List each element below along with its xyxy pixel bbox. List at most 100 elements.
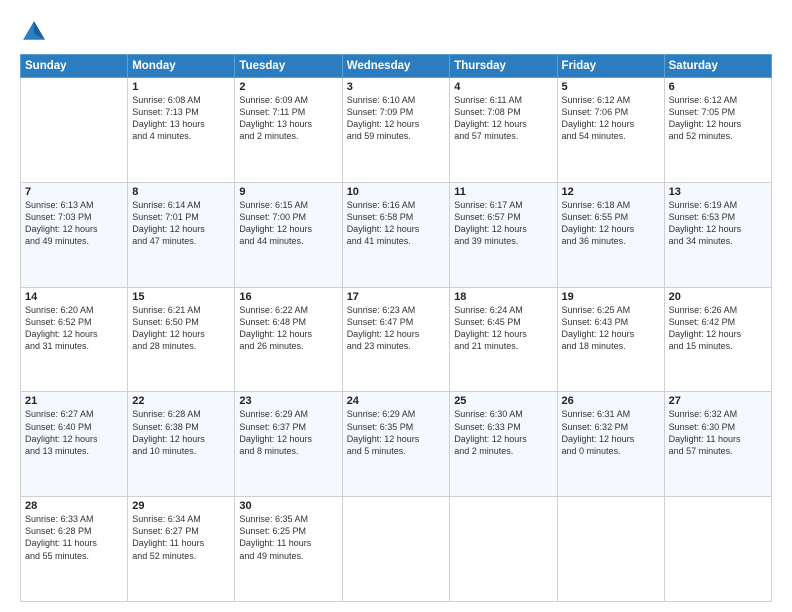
calendar-cell (557, 497, 664, 602)
day-number: 13 (669, 186, 767, 198)
day-info: Sunrise: 6:11 AM Sunset: 7:08 PM Dayligh… (454, 94, 552, 143)
week-row-1: 1Sunrise: 6:08 AM Sunset: 7:13 PM Daylig… (21, 78, 772, 183)
calendar-cell: 13Sunrise: 6:19 AM Sunset: 6:53 PM Dayli… (664, 182, 771, 287)
calendar-cell: 12Sunrise: 6:18 AM Sunset: 6:55 PM Dayli… (557, 182, 664, 287)
day-info: Sunrise: 6:23 AM Sunset: 6:47 PM Dayligh… (347, 304, 446, 353)
week-row-2: 7Sunrise: 6:13 AM Sunset: 7:03 PM Daylig… (21, 182, 772, 287)
calendar-cell: 18Sunrise: 6:24 AM Sunset: 6:45 PM Dayli… (450, 287, 557, 392)
calendar-cell: 17Sunrise: 6:23 AM Sunset: 6:47 PM Dayli… (342, 287, 450, 392)
logo-icon (20, 18, 48, 46)
calendar-cell: 27Sunrise: 6:32 AM Sunset: 6:30 PM Dayli… (664, 392, 771, 497)
day-number: 27 (669, 395, 767, 407)
day-number: 19 (562, 291, 660, 303)
day-info: Sunrise: 6:28 AM Sunset: 6:38 PM Dayligh… (132, 408, 230, 457)
day-info: Sunrise: 6:31 AM Sunset: 6:32 PM Dayligh… (562, 408, 660, 457)
day-info: Sunrise: 6:16 AM Sunset: 6:58 PM Dayligh… (347, 199, 446, 248)
day-info: Sunrise: 6:18 AM Sunset: 6:55 PM Dayligh… (562, 199, 660, 248)
day-info: Sunrise: 6:13 AM Sunset: 7:03 PM Dayligh… (25, 199, 123, 248)
weekday-monday: Monday (128, 55, 235, 78)
day-number: 22 (132, 395, 230, 407)
day-number: 18 (454, 291, 552, 303)
day-info: Sunrise: 6:10 AM Sunset: 7:09 PM Dayligh… (347, 94, 446, 143)
day-info: Sunrise: 6:30 AM Sunset: 6:33 PM Dayligh… (454, 408, 552, 457)
day-number: 1 (132, 81, 230, 93)
calendar-cell: 29Sunrise: 6:34 AM Sunset: 6:27 PM Dayli… (128, 497, 235, 602)
calendar-cell: 16Sunrise: 6:22 AM Sunset: 6:48 PM Dayli… (235, 287, 342, 392)
calendar-cell: 8Sunrise: 6:14 AM Sunset: 7:01 PM Daylig… (128, 182, 235, 287)
calendar-cell: 24Sunrise: 6:29 AM Sunset: 6:35 PM Dayli… (342, 392, 450, 497)
calendar-cell: 14Sunrise: 6:20 AM Sunset: 6:52 PM Dayli… (21, 287, 128, 392)
day-number: 24 (347, 395, 446, 407)
weekday-header-row: SundayMondayTuesdayWednesdayThursdayFrid… (21, 55, 772, 78)
day-number: 12 (562, 186, 660, 198)
calendar-cell: 22Sunrise: 6:28 AM Sunset: 6:38 PM Dayli… (128, 392, 235, 497)
day-info: Sunrise: 6:22 AM Sunset: 6:48 PM Dayligh… (239, 304, 337, 353)
calendar-cell: 28Sunrise: 6:33 AM Sunset: 6:28 PM Dayli… (21, 497, 128, 602)
calendar-cell: 4Sunrise: 6:11 AM Sunset: 7:08 PM Daylig… (450, 78, 557, 183)
day-number: 3 (347, 81, 446, 93)
weekday-sunday: Sunday (21, 55, 128, 78)
day-number: 9 (239, 186, 337, 198)
day-info: Sunrise: 6:35 AM Sunset: 6:25 PM Dayligh… (239, 513, 337, 562)
day-info: Sunrise: 6:12 AM Sunset: 7:05 PM Dayligh… (669, 94, 767, 143)
day-number: 23 (239, 395, 337, 407)
day-number: 28 (25, 500, 123, 512)
calendar-cell: 25Sunrise: 6:30 AM Sunset: 6:33 PM Dayli… (450, 392, 557, 497)
logo (20, 18, 52, 46)
day-info: Sunrise: 6:29 AM Sunset: 6:37 PM Dayligh… (239, 408, 337, 457)
day-number: 15 (132, 291, 230, 303)
day-number: 20 (669, 291, 767, 303)
page-header (20, 18, 772, 46)
day-number: 17 (347, 291, 446, 303)
day-number: 5 (562, 81, 660, 93)
day-info: Sunrise: 6:24 AM Sunset: 6:45 PM Dayligh… (454, 304, 552, 353)
day-number: 6 (669, 81, 767, 93)
day-info: Sunrise: 6:12 AM Sunset: 7:06 PM Dayligh… (562, 94, 660, 143)
weekday-wednesday: Wednesday (342, 55, 450, 78)
calendar-cell: 9Sunrise: 6:15 AM Sunset: 7:00 PM Daylig… (235, 182, 342, 287)
calendar-cell: 30Sunrise: 6:35 AM Sunset: 6:25 PM Dayli… (235, 497, 342, 602)
day-number: 14 (25, 291, 123, 303)
weekday-thursday: Thursday (450, 55, 557, 78)
day-info: Sunrise: 6:32 AM Sunset: 6:30 PM Dayligh… (669, 408, 767, 457)
day-number: 8 (132, 186, 230, 198)
week-row-4: 21Sunrise: 6:27 AM Sunset: 6:40 PM Dayli… (21, 392, 772, 497)
calendar-cell (450, 497, 557, 602)
calendar-cell: 20Sunrise: 6:26 AM Sunset: 6:42 PM Dayli… (664, 287, 771, 392)
day-info: Sunrise: 6:34 AM Sunset: 6:27 PM Dayligh… (132, 513, 230, 562)
calendar-cell: 26Sunrise: 6:31 AM Sunset: 6:32 PM Dayli… (557, 392, 664, 497)
weekday-friday: Friday (557, 55, 664, 78)
day-number: 29 (132, 500, 230, 512)
day-number: 11 (454, 186, 552, 198)
day-info: Sunrise: 6:09 AM Sunset: 7:11 PM Dayligh… (239, 94, 337, 143)
day-info: Sunrise: 6:19 AM Sunset: 6:53 PM Dayligh… (669, 199, 767, 248)
day-info: Sunrise: 6:27 AM Sunset: 6:40 PM Dayligh… (25, 408, 123, 457)
calendar-cell (342, 497, 450, 602)
day-number: 30 (239, 500, 337, 512)
calendar-cell: 19Sunrise: 6:25 AM Sunset: 6:43 PM Dayli… (557, 287, 664, 392)
day-number: 25 (454, 395, 552, 407)
calendar-cell: 23Sunrise: 6:29 AM Sunset: 6:37 PM Dayli… (235, 392, 342, 497)
week-row-5: 28Sunrise: 6:33 AM Sunset: 6:28 PM Dayli… (21, 497, 772, 602)
calendar-cell: 21Sunrise: 6:27 AM Sunset: 6:40 PM Dayli… (21, 392, 128, 497)
day-number: 4 (454, 81, 552, 93)
day-number: 10 (347, 186, 446, 198)
calendar-cell: 5Sunrise: 6:12 AM Sunset: 7:06 PM Daylig… (557, 78, 664, 183)
calendar-cell: 10Sunrise: 6:16 AM Sunset: 6:58 PM Dayli… (342, 182, 450, 287)
calendar-cell: 1Sunrise: 6:08 AM Sunset: 7:13 PM Daylig… (128, 78, 235, 183)
day-info: Sunrise: 6:21 AM Sunset: 6:50 PM Dayligh… (132, 304, 230, 353)
weekday-tuesday: Tuesday (235, 55, 342, 78)
day-info: Sunrise: 6:20 AM Sunset: 6:52 PM Dayligh… (25, 304, 123, 353)
day-number: 21 (25, 395, 123, 407)
day-info: Sunrise: 6:33 AM Sunset: 6:28 PM Dayligh… (25, 513, 123, 562)
day-info: Sunrise: 6:17 AM Sunset: 6:57 PM Dayligh… (454, 199, 552, 248)
weekday-saturday: Saturday (664, 55, 771, 78)
day-number: 7 (25, 186, 123, 198)
day-number: 2 (239, 81, 337, 93)
calendar-cell: 6Sunrise: 6:12 AM Sunset: 7:05 PM Daylig… (664, 78, 771, 183)
calendar-cell: 2Sunrise: 6:09 AM Sunset: 7:11 PM Daylig… (235, 78, 342, 183)
calendar-table: SundayMondayTuesdayWednesdayThursdayFrid… (20, 54, 772, 602)
calendar-cell: 15Sunrise: 6:21 AM Sunset: 6:50 PM Dayli… (128, 287, 235, 392)
calendar-cell: 3Sunrise: 6:10 AM Sunset: 7:09 PM Daylig… (342, 78, 450, 183)
day-info: Sunrise: 6:25 AM Sunset: 6:43 PM Dayligh… (562, 304, 660, 353)
